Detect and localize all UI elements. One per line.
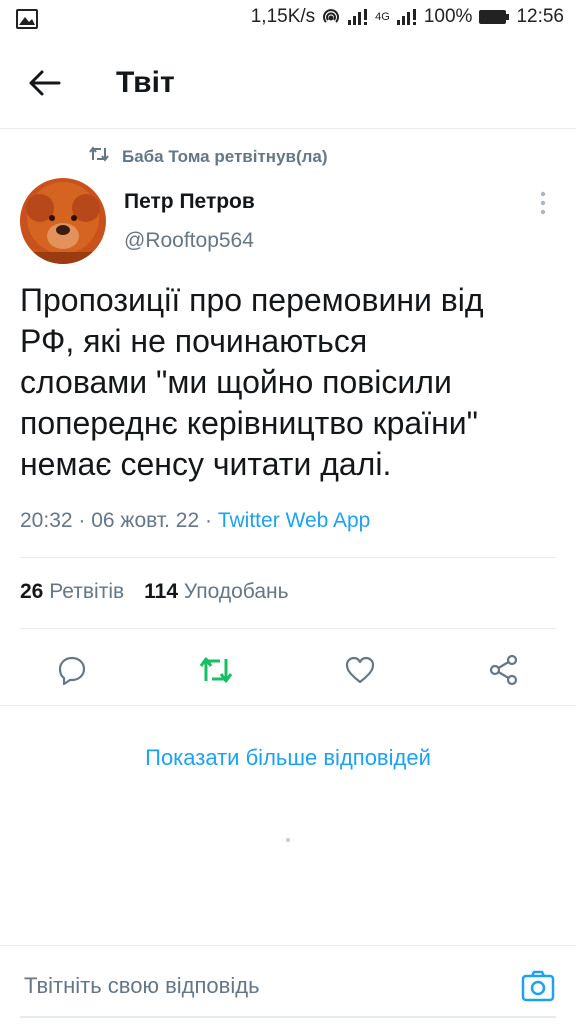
- retweet-icon[interactable]: [196, 650, 236, 690]
- divider: [0, 705, 576, 706]
- author-name[interactable]: Петр Петров: [124, 190, 255, 214]
- divider: [20, 628, 556, 629]
- app-bar: Твіт: [0, 38, 576, 129]
- loading-dot: [286, 838, 290, 842]
- more-options-icon[interactable]: [532, 190, 554, 216]
- retweets-label: Ретвітів: [49, 580, 125, 603]
- page-title: Твіт: [116, 66, 175, 99]
- divider: [20, 557, 556, 558]
- gallery-icon: [16, 9, 38, 34]
- retweet-small-icon: [88, 146, 110, 167]
- retweeted-by-label: Баба Тома ретвітнув(ла): [122, 146, 328, 166]
- likes-stat[interactable]: 114 Уподобань: [144, 580, 288, 604]
- retweeted-by[interactable]: Баба Тома ретвітнув(ла): [88, 146, 328, 167]
- tweet-time: 20:32: [20, 509, 73, 532]
- avatar[interactable]: [20, 178, 106, 264]
- network-speed: 1,15K/s: [250, 6, 316, 27]
- retweets-stat[interactable]: 26 Ретвітів: [20, 580, 124, 604]
- action-bar: [0, 640, 576, 700]
- battery-percent: 100%: [423, 6, 473, 27]
- tweet-date: 06 жовт. 22: [91, 509, 200, 532]
- show-more-replies-link[interactable]: Показати більше відповідей: [0, 745, 576, 771]
- tweet-stats: 26 Ретвітів 114 Уподобань: [20, 580, 289, 604]
- hotspot-icon: [321, 7, 341, 27]
- tweet-source[interactable]: Twitter Web App: [218, 509, 371, 532]
- tweet-text: Пропозиції про перемовини від РФ, які не…: [20, 282, 484, 482]
- arrow-left-icon[interactable]: [28, 68, 62, 98]
- author-handle[interactable]: @Rooftop564: [124, 229, 254, 253]
- reply-icon[interactable]: [52, 650, 92, 690]
- reply-input[interactable]: Твітніть свою відповідь: [24, 973, 260, 999]
- reply-underline: [20, 1016, 556, 1018]
- status-bar: 1,15K/s 4G 100% 12:56: [0, 0, 576, 38]
- likes-count: 114: [144, 580, 179, 603]
- like-icon[interactable]: [340, 650, 380, 690]
- battery-icon: [478, 9, 510, 25]
- signal-icon: [347, 8, 369, 26]
- retweets-count: 26: [20, 580, 44, 603]
- network-type: 4G: [375, 11, 390, 23]
- signal-icon-2: [396, 8, 418, 26]
- share-icon[interactable]: [484, 650, 524, 690]
- likes-label: Уподобань: [183, 580, 289, 603]
- tweet-meta: 20:32 · 06 жовт. 22 · Twitter Web App: [20, 509, 371, 532]
- camera-icon[interactable]: [520, 968, 556, 1004]
- clock: 12:56: [516, 6, 564, 27]
- reply-bar: Твітніть свою відповідь: [0, 945, 576, 1025]
